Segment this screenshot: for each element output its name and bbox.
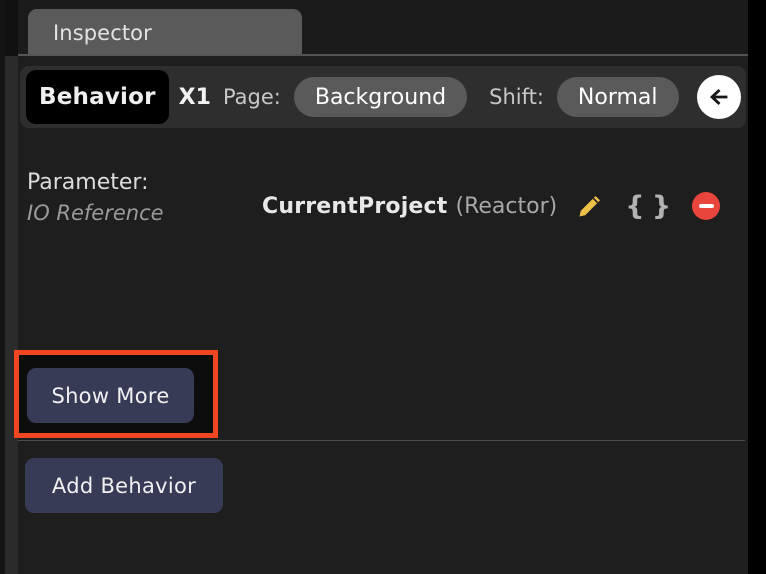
parameter-block: Parameter: IO Reference bbox=[27, 168, 164, 229]
curly-braces-icon[interactable]: { } bbox=[625, 193, 671, 220]
show-more-button[interactable]: Show More bbox=[27, 368, 194, 423]
shift-value-pill[interactable]: Normal bbox=[556, 77, 679, 117]
shift-label: Shift: bbox=[489, 85, 544, 109]
parameter-value-name: CurrentProject bbox=[262, 193, 448, 219]
page-value-pill[interactable]: Background bbox=[293, 77, 468, 117]
back-button[interactable] bbox=[696, 75, 741, 119]
window-right-edge bbox=[748, 0, 766, 574]
page-value-label: Background bbox=[314, 84, 447, 110]
parameter-subtitle: IO Reference bbox=[27, 201, 164, 225]
remove-minus-bar bbox=[698, 204, 714, 208]
show-more-button-label: Show More bbox=[51, 383, 170, 408]
add-behavior-button-label: Add Behavior bbox=[51, 473, 197, 498]
behavior-count-label: X1 bbox=[178, 84, 211, 110]
remove-minus-icon[interactable] bbox=[692, 192, 721, 220]
behavior-toolbar: Behavior X1 Page: Background Shift: Norm… bbox=[20, 66, 746, 128]
parameter-title: Parameter: bbox=[27, 170, 149, 195]
pencil-edit-icon[interactable] bbox=[575, 191, 605, 221]
left-rail-strip bbox=[5, 0, 18, 574]
behavior-badge-label: Behavior bbox=[39, 84, 156, 110]
behavior-badge[interactable]: Behavior bbox=[26, 70, 169, 124]
page-label: Page: bbox=[222, 85, 281, 109]
tab-bar: Inspector bbox=[0, 0, 766, 56]
tab-inspector-label: Inspector bbox=[53, 20, 152, 45]
inspector-window: Inspector Behavior X1 Page: Background S… bbox=[0, 0, 766, 574]
arrow-left-icon bbox=[709, 89, 727, 105]
parameter-value-type: (Reactor) bbox=[455, 193, 558, 219]
tab-inspector[interactable]: Inspector bbox=[28, 9, 302, 56]
add-behavior-button[interactable]: Add Behavior bbox=[25, 458, 223, 513]
tab-bar-underline bbox=[18, 54, 748, 56]
shift-value-label: Normal bbox=[577, 84, 658, 110]
section-divider bbox=[18, 440, 745, 441]
parameter-value-row: CurrentProject (Reactor) { } bbox=[262, 191, 721, 221]
